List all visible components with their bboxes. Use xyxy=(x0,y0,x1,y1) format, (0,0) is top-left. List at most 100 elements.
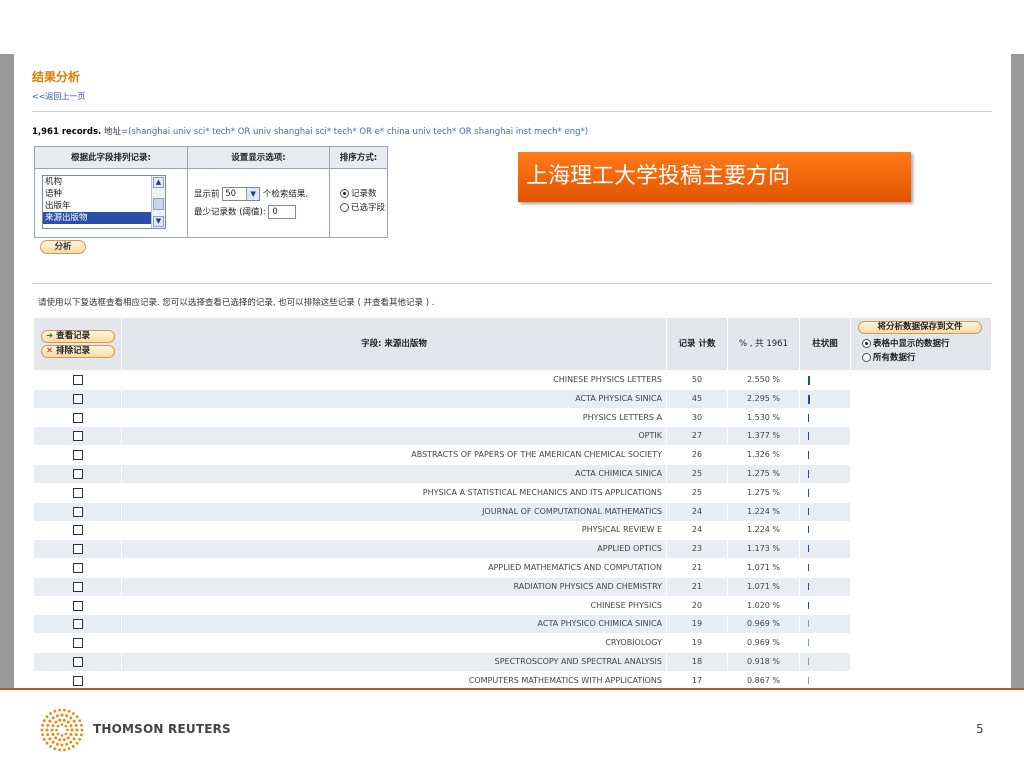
row-checkbox[interactable] xyxy=(73,638,83,649)
logo-dot xyxy=(60,734,64,737)
back-link[interactable]: <<返回上一页 xyxy=(32,91,85,102)
analyze-button[interactable]: 分析 xyxy=(40,240,86,254)
field-option-selected[interactable]: 来源出版物 xyxy=(43,212,165,224)
row-bar-cell xyxy=(800,577,851,596)
row-source-title: JOURNAL OF COMPUTATIONAL MATHEMATICS xyxy=(122,502,667,521)
exclude-records-button[interactable]: ✕ 排除记录 xyxy=(41,345,115,358)
logo-dot xyxy=(69,724,73,728)
action-header: ➜ 查看记录 ✕ 排除记录 xyxy=(34,318,122,370)
row-record-count: 17 xyxy=(667,671,728,688)
save-to-file-button[interactable]: 将分析数据保存到文件 xyxy=(858,321,982,334)
row-source-title: OPTIK xyxy=(122,427,667,446)
row-checkbox-cell xyxy=(34,634,122,653)
sort-cell: 记录数 已选字段 xyxy=(330,169,387,237)
min-records-line: 最少记录数 (阈值): 0 xyxy=(194,205,297,219)
row-checkbox[interactable] xyxy=(73,487,83,498)
field-option[interactable]: 出版年 xyxy=(43,200,165,212)
save-option-all[interactable]: 所有数据行 xyxy=(862,351,916,363)
row-checkbox[interactable] xyxy=(73,393,83,404)
row-checkbox[interactable] xyxy=(73,563,83,573)
view-records-button[interactable]: ➜ 查看记录 xyxy=(41,330,115,343)
logo-dot xyxy=(54,736,58,740)
row-source-title: CHINESE PHYSICS LETTERS xyxy=(122,371,667,389)
row-bar-cell xyxy=(800,615,851,634)
field-listbox[interactable]: 机构 语种 出版年 来源出版物 ▲ ▼ xyxy=(42,175,166,229)
row-checkbox-cell xyxy=(34,577,122,596)
row-checkbox[interactable] xyxy=(73,544,83,555)
row-checkbox-cell xyxy=(34,408,122,427)
radio-selected-icon[interactable] xyxy=(862,339,871,348)
row-record-count: 20 xyxy=(667,596,728,615)
show-top-select[interactable]: 50 ▼ xyxy=(222,187,261,201)
row-checkbox[interactable] xyxy=(73,600,83,611)
row-bar-cell xyxy=(800,596,851,615)
records-field: 地址 xyxy=(103,127,121,137)
scroll-thumb[interactable] xyxy=(153,198,164,210)
table-row: OPTIK 27 1.377 % xyxy=(34,427,851,446)
row-bar xyxy=(808,488,809,497)
logo-dot xyxy=(41,733,44,737)
logo-dot xyxy=(56,732,60,736)
logo-dot xyxy=(49,712,53,715)
listbox-scrollbar[interactable]: ▲ ▼ xyxy=(151,176,165,228)
logo-dot xyxy=(53,747,57,751)
row-bar-cell xyxy=(800,408,851,427)
logo-dot xyxy=(69,732,73,736)
logo-dot xyxy=(69,716,73,720)
row-percent: 2.550 % xyxy=(728,371,800,389)
row-checkbox[interactable] xyxy=(73,431,83,442)
chevron-up-icon[interactable]: ▲ xyxy=(153,177,164,188)
show-top-suffix: 个检索结果. xyxy=(262,189,309,200)
row-checkbox-cell xyxy=(34,371,122,389)
row-bar xyxy=(808,451,809,460)
row-checkbox-cell xyxy=(34,596,122,615)
row-checkbox[interactable] xyxy=(73,469,83,479)
row-percent: 1.173 % xyxy=(728,540,800,559)
radio-icon[interactable] xyxy=(862,353,871,362)
row-checkbox-cell xyxy=(34,483,122,502)
radio-icon[interactable] xyxy=(340,203,349,212)
logo-dot xyxy=(58,738,62,742)
min-records-label: 最少记录数 (阈值): xyxy=(194,207,266,218)
logo-dot xyxy=(71,745,75,748)
row-checkbox[interactable] xyxy=(73,412,83,423)
chevron-down-icon[interactable]: ▼ xyxy=(246,188,260,200)
row-source-title: ACTA PHYSICA SINICA xyxy=(122,389,667,408)
field-option[interactable]: 语种 xyxy=(43,188,165,200)
slide-left-bar xyxy=(0,54,14,688)
row-bar-cell xyxy=(800,371,851,389)
row-bar xyxy=(808,601,809,609)
row-checkbox[interactable] xyxy=(73,581,83,592)
logo-dot xyxy=(62,718,66,722)
save-option-all-label: 所有数据行 xyxy=(873,353,916,363)
save-option-table[interactable]: 表格中显示的数据行 xyxy=(862,337,950,349)
field-option[interactable]: 机构 xyxy=(43,176,165,188)
logo-dot xyxy=(41,723,44,727)
bar-header: 柱状图 xyxy=(800,318,851,370)
field-header: 字段: 来源出版物 xyxy=(122,318,667,370)
instruction-text: 请使用以下复选框查看相应记录. 您可以选择查看已选择的记录, 也可以排除这些记录… xyxy=(38,298,435,308)
min-records-input[interactable]: 0 xyxy=(268,205,297,219)
row-checkbox[interactable] xyxy=(73,675,83,686)
radio-selected-icon[interactable] xyxy=(340,189,349,198)
row-checkbox[interactable] xyxy=(73,619,83,630)
footer-divider xyxy=(0,688,1024,690)
sort-field-option[interactable]: 已选字段 xyxy=(340,201,385,213)
sort-count-option[interactable]: 记录数 xyxy=(340,187,377,199)
row-checkbox[interactable] xyxy=(73,450,83,461)
logo-dot xyxy=(56,724,60,728)
logo-dot xyxy=(51,732,55,736)
row-bar-cell xyxy=(800,502,851,521)
logo-dot xyxy=(75,715,79,719)
row-checkbox[interactable] xyxy=(73,375,83,385)
chevron-down-icon[interactable]: ▼ xyxy=(153,216,164,227)
row-bar xyxy=(808,432,809,441)
logo-dot xyxy=(63,748,66,752)
show-top-value: 50 xyxy=(225,189,237,199)
field-header-label: 字段: 来源出版物 xyxy=(361,339,427,349)
row-percent: 2.295 % xyxy=(728,389,800,408)
row-checkbox[interactable] xyxy=(73,525,83,536)
row-checkbox[interactable] xyxy=(73,506,83,517)
rank-cell: 机构 语种 出版年 来源出版物 ▲ ▼ xyxy=(35,169,188,237)
row-checkbox[interactable] xyxy=(73,657,83,667)
